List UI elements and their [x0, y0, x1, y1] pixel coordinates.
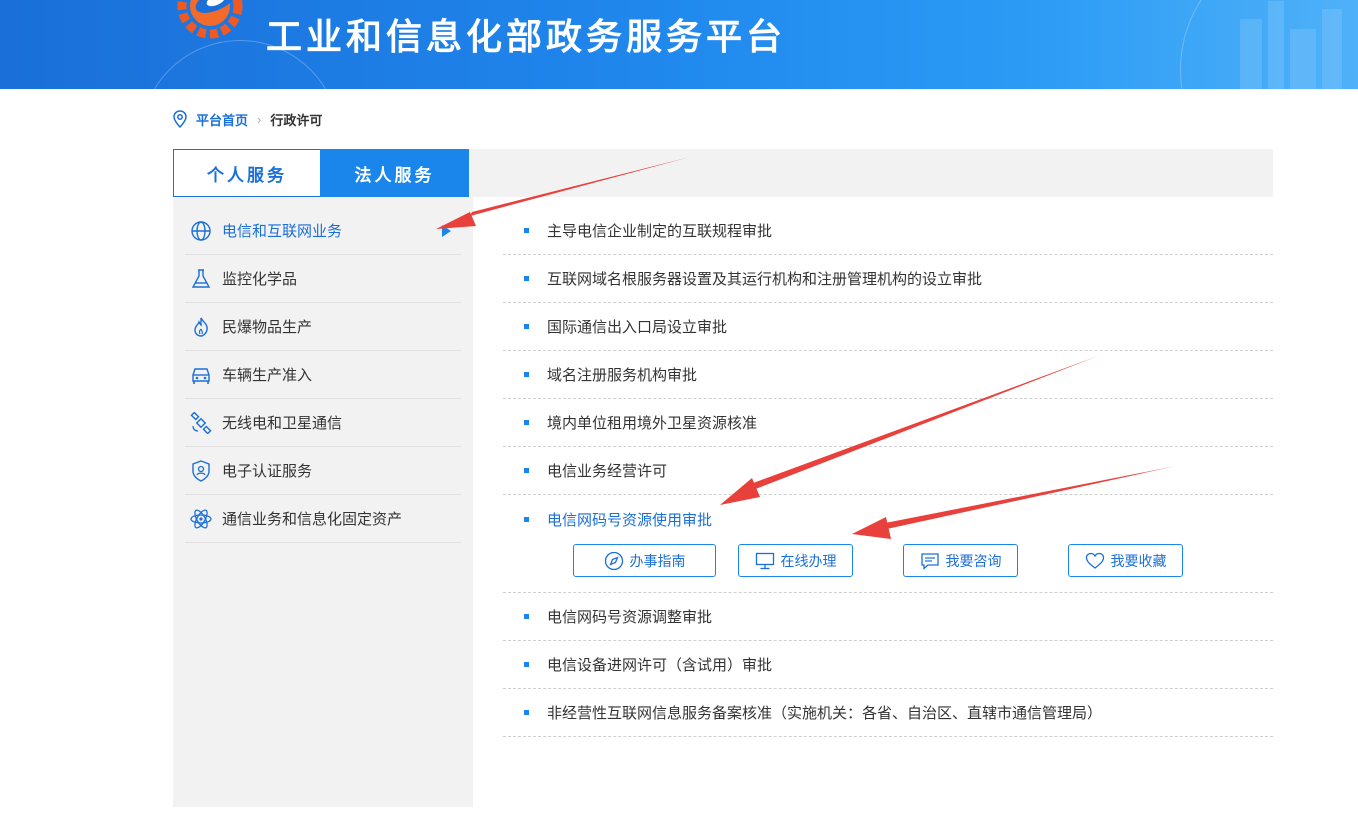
sidebar-item-label: 通信业务和信息化固定资产	[222, 511, 403, 528]
bullet-icon	[524, 662, 529, 667]
chevron-right-icon: ›	[257, 111, 262, 127]
service-item[interactable]: 境内单位租用境外卫星资源核准	[503, 399, 1273, 447]
consult-button[interactable]: 我要咨询	[903, 544, 1018, 577]
bullet-icon	[524, 228, 529, 233]
breadcrumb-current: 行政许可	[270, 112, 323, 128]
service-item-label: 非经营性互联网信息服务备案核准（实施机关：各省、自治区、直辖市通信管理局）	[547, 705, 1103, 722]
category-sidebar: 电信和互联网业务 监控化学品 民爆物品生产 车辆生产准入 无线电和卫星通信 电子…	[173, 197, 473, 807]
service-item-active[interactable]: 电信网码号资源使用审批	[503, 495, 1273, 543]
sidebar-item-chemicals[interactable]: 监控化学品	[185, 255, 461, 303]
bullet-icon	[524, 324, 529, 329]
site-title: 工业和信息化部政务服务平台	[266, 17, 787, 58]
service-item[interactable]: 非经营性互联网信息服务备案核准（实施机关：各省、自治区、直辖市通信管理局）	[503, 689, 1273, 737]
guide-button-label: 办事指南	[629, 552, 686, 569]
atom-icon	[190, 508, 212, 529]
breadcrumb: 平台首页 › 行政许可	[173, 109, 322, 129]
sidebar-item-fixed-assets[interactable]: 通信业务和信息化固定资产	[185, 495, 461, 543]
service-item[interactable]: 互联网域名根服务器设置及其运行机构和注册管理机构的设立审批	[503, 255, 1273, 303]
globe-icon	[191, 220, 211, 241]
bullet-icon	[524, 276, 529, 281]
satellite-icon	[190, 411, 212, 434]
breadcrumb-home-link[interactable]: 平台首页	[196, 110, 248, 129]
service-item-label: 电信网码号资源调整审批	[547, 609, 713, 626]
banner-building	[1290, 29, 1316, 89]
heart-icon	[1085, 552, 1104, 569]
service-item-label: 域名注册服务机构审批	[547, 367, 698, 384]
favorite-button-label: 我要收藏	[1110, 552, 1167, 569]
service-item[interactable]: 电信设备进网许可（含试用）审批	[503, 641, 1273, 689]
online-apply-button-label: 在线办理	[780, 552, 837, 569]
service-item-label: 境内单位租用境外卫星资源核准	[547, 415, 758, 432]
online-apply-button[interactable]: 在线办理	[738, 544, 853, 577]
service-action-bar: 办事指南 在线办理 我要咨询 我要收藏	[503, 543, 1273, 593]
sidebar-item-label: 无线电和卫星通信	[222, 415, 343, 432]
tab-legal-service[interactable]: 法人服务	[320, 149, 469, 197]
service-item[interactable]: 电信业务经营许可	[503, 447, 1273, 495]
bullet-icon	[524, 614, 529, 619]
sidebar-item-label: 电子认证服务	[222, 463, 313, 480]
service-tab-bar: 个人服务 法人服务	[173, 149, 1273, 197]
flame-icon	[194, 317, 208, 337]
car-icon	[192, 367, 210, 384]
tab-personal-service[interactable]: 个人服务	[173, 149, 321, 197]
sidebar-item-e-certification[interactable]: 电子认证服务	[185, 447, 461, 495]
header-banner: 工业和信息化部政务服务平台	[0, 0, 1358, 89]
bullet-icon	[524, 420, 529, 425]
consult-button-label: 我要咨询	[945, 552, 1002, 569]
service-item-label: 互联网域名根服务器设置及其运行机构和注册管理机构的设立审批	[547, 271, 983, 288]
sidebar-item-telecom-internet[interactable]: 电信和互联网业务	[185, 207, 461, 255]
service-item[interactable]: 电信网码号资源调整审批	[503, 593, 1273, 641]
banner-building	[1240, 19, 1262, 89]
sidebar-item-vehicles[interactable]: 车辆生产准入	[185, 351, 461, 399]
flask-icon	[191, 268, 211, 288]
bullet-icon	[524, 710, 529, 715]
banner-building	[1322, 9, 1342, 89]
service-item-label: 主导电信企业制定的互联规程审批	[547, 223, 773, 240]
sidebar-item-label: 车辆生产准入	[222, 367, 313, 384]
sidebar-item-label: 民爆物品生产	[222, 319, 313, 336]
sidebar-item-label: 电信和互联网业务	[222, 223, 343, 240]
monitor-icon	[755, 552, 774, 569]
service-item-label: 电信网码号资源使用审批	[547, 511, 713, 529]
message-icon	[920, 552, 939, 570]
service-item-label: 国际通信出入口局设立审批	[547, 319, 728, 336]
sidebar-item-label: 监控化学品	[222, 271, 298, 288]
service-item-label: 电信业务经营许可	[547, 463, 668, 480]
bullet-icon	[524, 372, 529, 377]
compass-icon	[604, 551, 623, 570]
gear-logo-icon[interactable]	[170, 0, 248, 48]
service-item[interactable]: 国际通信出入口局设立审批	[503, 303, 1273, 351]
sidebar-item-radio-satellite[interactable]: 无线电和卫星通信	[185, 399, 461, 447]
bullet-icon	[524, 516, 529, 522]
banner-building	[1268, 1, 1284, 89]
sidebar-item-explosives[interactable]: 民爆物品生产	[185, 303, 461, 351]
triangle-right-icon	[442, 225, 451, 237]
location-pin-icon	[173, 110, 187, 128]
service-item-label: 电信设备进网许可（含试用）审批	[547, 657, 773, 674]
service-item[interactable]: 主导电信企业制定的互联规程审批	[503, 207, 1273, 255]
bullet-icon	[524, 468, 529, 473]
favorite-button[interactable]: 我要收藏	[1068, 544, 1183, 577]
guide-button[interactable]: 办事指南	[573, 544, 716, 577]
shield-user-icon	[192, 459, 210, 482]
service-item[interactable]: 域名注册服务机构审批	[503, 351, 1273, 399]
